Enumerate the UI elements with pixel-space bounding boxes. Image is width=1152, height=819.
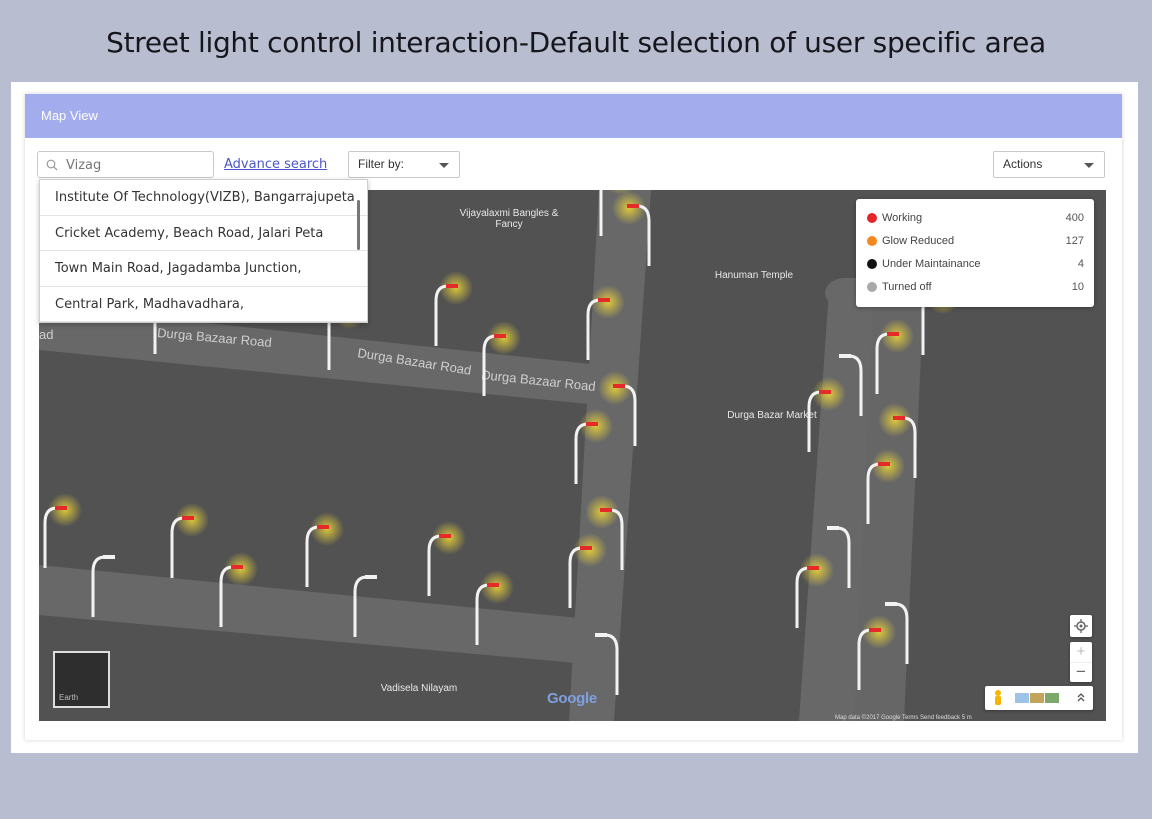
- street-light-marker[interactable]: [91, 555, 115, 617]
- content-frame: Map View Advance search Filter by: Actio…: [11, 82, 1138, 753]
- street-light-marker[interactable]: [219, 552, 258, 627]
- street-light-marker[interactable]: [795, 553, 834, 628]
- advance-search-link[interactable]: Advance search: [224, 157, 327, 172]
- street-light-marker[interactable]: [353, 575, 377, 637]
- suggestions-scrollbar[interactable]: [357, 200, 360, 250]
- search-suggestions: Institute Of Technology(VIZB), Bangarraj…: [39, 179, 368, 323]
- street-light-marker[interactable]: [857, 615, 896, 690]
- map-type-bar: [985, 686, 1093, 710]
- street-light-marker[interactable]: [595, 633, 619, 695]
- street-light-marker[interactable]: [875, 319, 914, 394]
- map-type-thumbnails[interactable]: [1015, 693, 1059, 703]
- chevron-down-icon: [1084, 163, 1094, 168]
- street-light-marker[interactable]: [482, 321, 521, 396]
- zoom-in-button[interactable]: +: [1070, 642, 1092, 662]
- crosshair-icon: [1074, 619, 1088, 633]
- earth-toggle[interactable]: Earth: [53, 651, 110, 708]
- street-light-marker[interactable]: [305, 512, 344, 587]
- legend-row-working[interactable]: Working 400: [866, 209, 1084, 232]
- actions-dropdown[interactable]: Actions: [993, 151, 1105, 178]
- legend-row-glow-reduced[interactable]: Glow Reduced 127: [866, 232, 1084, 255]
- filter-dropdown[interactable]: Filter by:: [348, 151, 460, 178]
- suggestion-item[interactable]: Cricket Academy, Beach Road, Jalari Peta: [40, 216, 367, 251]
- search-input[interactable]: [66, 155, 206, 175]
- street-light-marker[interactable]: [434, 271, 473, 346]
- street-light-marker[interactable]: [475, 570, 514, 645]
- suggestion-item[interactable]: Town Main Road, Jagadamba Junction,: [40, 251, 367, 287]
- street-light-marker[interactable]: [170, 503, 209, 578]
- chevron-up-icon[interactable]: [1077, 693, 1085, 702]
- street-light-marker[interactable]: [43, 493, 82, 568]
- status-dot: [867, 259, 877, 269]
- search-icon: [46, 159, 58, 171]
- legend-row-turned-off[interactable]: Turned off 10: [866, 278, 1084, 301]
- actions-label: Actions: [1003, 157, 1043, 171]
- street-light-marker[interactable]: [574, 409, 613, 484]
- suggestion-item[interactable]: Central Park, Madhavadhara,: [40, 287, 367, 322]
- suggestion-item[interactable]: Institute Of Technology(VIZB), Bangarraj…: [40, 180, 367, 216]
- status-legend: Working 400 Glow Reduced 127 Under Maint…: [856, 199, 1094, 307]
- map-view-card: Map View Advance search Filter by: Actio…: [25, 94, 1122, 740]
- zoom-controls: + −: [1070, 642, 1092, 682]
- filter-label: Filter by:: [358, 157, 405, 171]
- page-headline: Street light control interaction-Default…: [106, 26, 1046, 59]
- google-logo: Google: [547, 690, 597, 707]
- zoom-out-button[interactable]: −: [1070, 662, 1092, 682]
- chevron-down-icon: [439, 163, 449, 168]
- map-toolbar: Advance search Filter by: Actions: [25, 151, 1122, 181]
- street-light-marker[interactable]: [612, 191, 651, 266]
- card-title: Map View: [25, 94, 1122, 138]
- legend-row-under-maintenance[interactable]: Under Maintainance 4: [866, 255, 1084, 278]
- pegman-icon[interactable]: [995, 690, 1001, 705]
- my-location-button[interactable]: [1070, 615, 1092, 637]
- search-box[interactable]: [37, 151, 214, 178]
- street-light-marker[interactable]: [586, 285, 625, 360]
- map-attribution: Map data ©2017 Google Terms Send feedbac…: [835, 715, 972, 721]
- street-light-marker[interactable]: [568, 533, 607, 608]
- street-light-marker[interactable]: [427, 521, 466, 596]
- street-light-marker[interactable]: [807, 377, 846, 452]
- street-light-marker[interactable]: [866, 449, 905, 524]
- status-dot: [867, 236, 877, 246]
- status-dot: [867, 213, 877, 223]
- status-dot: [867, 282, 877, 292]
